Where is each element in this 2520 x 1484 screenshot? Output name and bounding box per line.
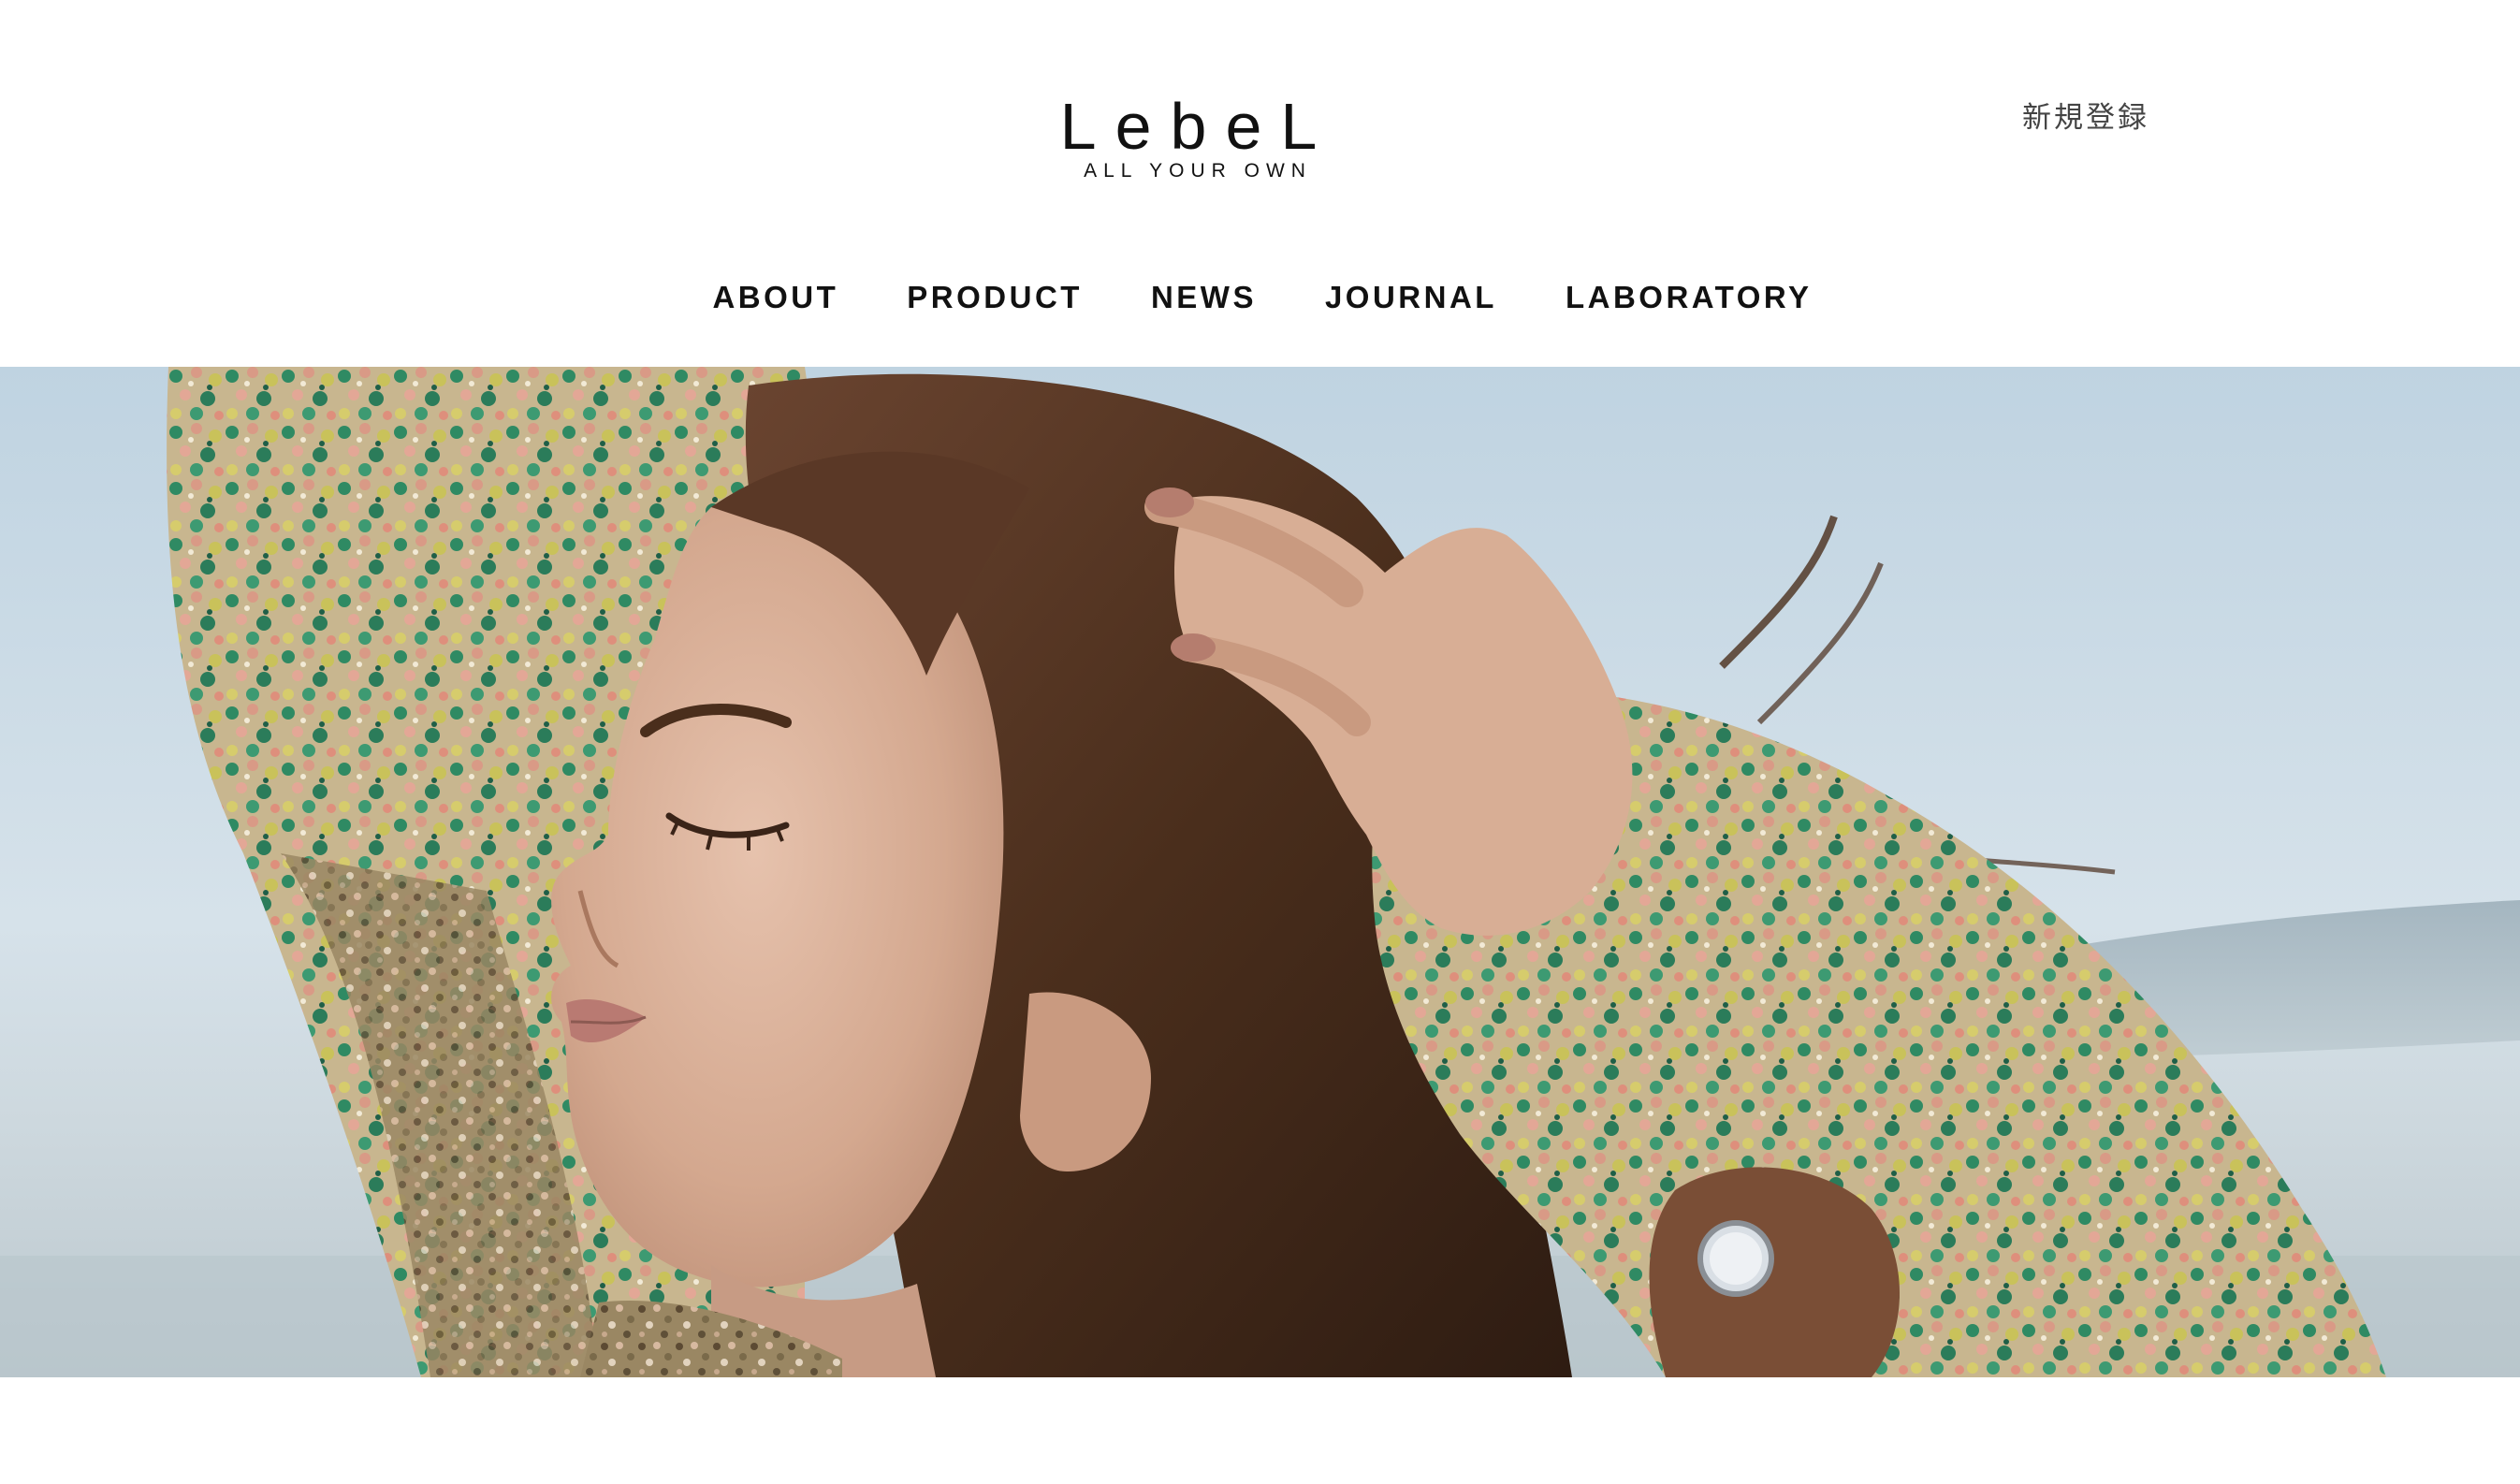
- page: LebeL ALL YOUR OWN 新規登録 ABOUT PRODUCT NE…: [0, 0, 2520, 1484]
- site-header: LebeL ALL YOUR OWN 新規登録 ABOUT PRODUCT NE…: [0, 0, 2520, 367]
- global-nav: ABOUT PRODUCT NEWS JOURNAL LABORATORY: [0, 273, 2520, 322]
- hero-image: [0, 367, 2520, 1377]
- logo-wordmark: LebeL: [1059, 90, 1336, 163]
- nav-item-news[interactable]: NEWS: [1151, 273, 1257, 322]
- nav-item-about[interactable]: ABOUT: [712, 273, 838, 322]
- nav-item-journal[interactable]: JOURNAL: [1325, 273, 1497, 322]
- hero-illustration: [0, 367, 2520, 1377]
- below-hero-space: [0, 1377, 2520, 1484]
- nav-item-product[interactable]: PRODUCT: [907, 273, 1083, 322]
- brand-logo[interactable]: LebeL ALL YOUR OWN: [1001, 94, 1394, 187]
- nav-item-laboratory[interactable]: LABORATORY: [1566, 273, 1813, 322]
- register-link[interactable]: 新規登録: [2022, 99, 2149, 137]
- logo-tagline: ALL YOUR OWN: [1084, 160, 1312, 182]
